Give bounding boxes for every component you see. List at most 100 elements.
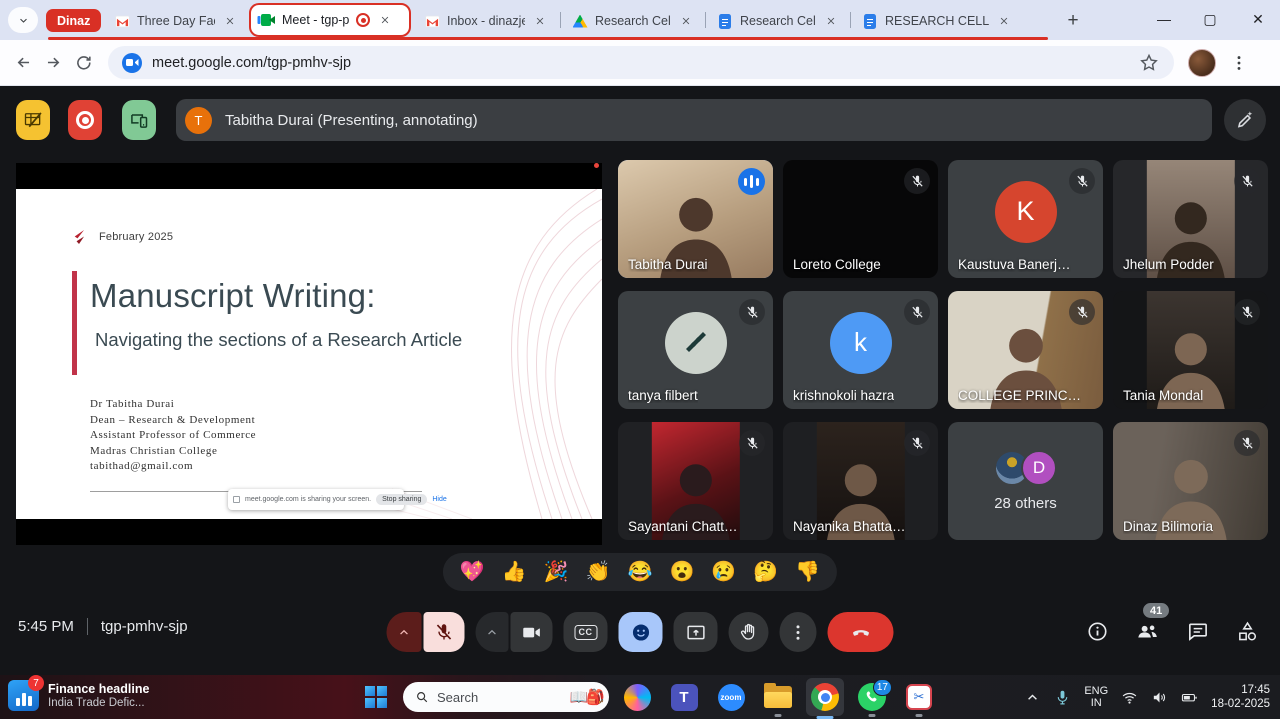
camera-options-chevron[interactable]	[476, 612, 509, 652]
browser-profile-avatar[interactable]	[1188, 49, 1216, 77]
reload-button[interactable]	[68, 48, 98, 78]
reaction-party[interactable]: 🎉	[544, 562, 569, 582]
reaction-thinking[interactable]: 🤔	[753, 562, 778, 582]
shared-screen-area[interactable]: February 2025 Manuscript Writing: Naviga…	[16, 163, 602, 545]
meeting-details-icon[interactable]	[1084, 618, 1110, 644]
app-copilot[interactable]	[618, 675, 656, 719]
author-line: Dean – Research & Development	[90, 413, 256, 429]
participant-tile[interactable]: tanya filbert	[618, 291, 773, 409]
battery-icon[interactable]	[1181, 689, 1198, 706]
app-chrome[interactable]	[806, 678, 844, 716]
slide-decoration	[392, 189, 602, 519]
tab-close-icon[interactable]	[996, 13, 1012, 29]
wifi-icon[interactable]	[1121, 689, 1138, 706]
tab-close-icon[interactable]	[222, 13, 238, 29]
app-teams[interactable]: T	[665, 675, 703, 719]
volume-icon[interactable]	[1151, 689, 1168, 706]
chat-panel-icon[interactable]	[1184, 618, 1210, 644]
speaking-indicator-icon	[738, 168, 765, 195]
stop-sharing-button[interactable]: Stop sharing	[376, 494, 427, 505]
participant-tile[interactable]: Tania Mondal	[1113, 291, 1268, 409]
hide-banner-button[interactable]: Hide	[432, 496, 446, 503]
present-screen-button[interactable]	[674, 612, 718, 652]
reaction-thumbs-down[interactable]: 👎	[795, 562, 820, 582]
tab-gmail-faculty[interactable]: Three Day Facult	[106, 6, 246, 36]
leave-call-button[interactable]	[828, 612, 894, 652]
participant-tile[interactable]: COLLEGE PRINC…	[948, 291, 1103, 409]
activities-icon[interactable]	[1234, 618, 1260, 644]
participant-tile[interactable]: K Kaustuva Banerj…	[948, 160, 1103, 278]
back-button[interactable]	[8, 48, 38, 78]
reaction-clap[interactable]: 👏	[586, 562, 611, 582]
browser-menu-icon[interactable]	[1226, 50, 1252, 76]
reaction-heart[interactable]: 💖	[460, 562, 485, 582]
recording-indicator[interactable]	[68, 100, 102, 140]
participant-tile[interactable]: Jhelum Podder	[1113, 160, 1268, 278]
copilot-icon	[624, 684, 651, 711]
tab-drive[interactable]: Research Cell - G	[564, 6, 702, 36]
reaction-thumbs-up[interactable]: 👍	[502, 562, 527, 582]
tray-mic-icon[interactable]	[1054, 689, 1071, 706]
reaction-cry[interactable]: 😢	[711, 562, 736, 582]
slide-title: Manuscript Writing:	[90, 277, 376, 315]
tab-close-icon[interactable]	[377, 12, 393, 28]
taskbar-search[interactable]: Search 📖🎒	[403, 682, 609, 712]
search-highlight-icon: 📖🎒	[570, 688, 603, 706]
tray-chevron-icon[interactable]	[1024, 689, 1041, 706]
app-file-explorer[interactable]	[759, 675, 797, 719]
slide-author-block: Dr Tabitha Durai Dean – Research & Devel…	[90, 397, 256, 475]
participant-tile[interactable]: Tabitha Durai	[618, 160, 773, 278]
participant-tile[interactable]: Sayantani Chatt…	[618, 422, 773, 540]
reactions-toggle-button[interactable]	[619, 612, 663, 652]
annotation-grid-button[interactable]	[16, 100, 50, 140]
tab-docs-2[interactable]: RESEARCH CELL	[854, 6, 1046, 36]
start-button[interactable]	[358, 679, 394, 715]
tab-group-label[interactable]: Dinaz	[46, 9, 101, 32]
window-close-button[interactable]: ✕	[1236, 0, 1280, 38]
screen: Dinaz Three Day Facult Meet - tgp-p Inbo…	[0, 0, 1280, 719]
tab-docs-1[interactable]: Research Cell - W	[709, 6, 847, 36]
participant-tile[interactable]: Loreto College	[783, 160, 938, 278]
tab-close-icon[interactable]	[532, 13, 548, 29]
mic-muted-icon	[904, 299, 930, 325]
new-tab-button[interactable]: +	[1060, 8, 1086, 34]
tab-meet-active[interactable]: Meet - tgp-p	[249, 3, 411, 37]
presenter-avatar: T	[185, 107, 212, 134]
participant-tile[interactable]: Nayanika Bhatta…	[783, 422, 938, 540]
more-options-button[interactable]	[780, 612, 817, 652]
app-zoom[interactable]: zoom	[712, 675, 750, 719]
tab-gmail-inbox[interactable]: Inbox - dinazjeej	[416, 6, 556, 36]
participant-avatar: K	[995, 181, 1057, 243]
people-panel-icon[interactable]: 41	[1134, 618, 1160, 644]
annotate-pen-button[interactable]	[1224, 99, 1266, 141]
raise-hand-button[interactable]	[729, 612, 769, 652]
camera-toggle-button[interactable]	[511, 612, 553, 652]
window-maximize-button[interactable]: ▢	[1188, 0, 1232, 38]
tab-label: Inbox - dinazjeej	[447, 14, 525, 28]
address-bar[interactable]: meet.google.com/tgp-pmhv-sjp	[108, 46, 1174, 79]
app-whatsapp[interactable]: 17	[853, 675, 891, 719]
author-line: Assistant Professor of Commerce	[90, 428, 256, 444]
language-indicator[interactable]: ENG IN	[1084, 685, 1108, 709]
bookmark-star-icon[interactable]	[1138, 52, 1160, 74]
companion-devices-button[interactable]	[122, 100, 156, 140]
participant-tile[interactable]: Dinaz Bilimoria	[1113, 422, 1268, 540]
tab-close-icon[interactable]	[823, 13, 839, 29]
meeting-controls: CC	[387, 612, 894, 652]
window-minimize-button[interactable]: —	[1142, 0, 1186, 38]
clock[interactable]: 17:45 18-02-2025	[1211, 683, 1270, 711]
others-tile[interactable]: D 28 others	[948, 422, 1103, 540]
widgets-button[interactable]: 7 Finance headline India Trade Defic...	[8, 680, 149, 711]
captions-button[interactable]: CC	[564, 612, 608, 652]
participant-name: krishnokoli hazra	[793, 388, 894, 403]
tab-search-button[interactable]	[8, 7, 38, 33]
participant-tile[interactable]: k krishnokoli hazra	[783, 291, 938, 409]
forward-button[interactable]	[38, 48, 68, 78]
tab-close-icon[interactable]	[678, 13, 694, 29]
reaction-laugh[interactable]: 😂	[628, 562, 653, 582]
snipping-tool-icon: ✂	[906, 684, 932, 710]
mic-options-chevron[interactable]	[387, 612, 422, 652]
reaction-surprised[interactable]: 😮	[669, 562, 694, 582]
mic-toggle-button[interactable]	[424, 612, 465, 652]
app-snipping-tool[interactable]: ✂	[900, 675, 938, 719]
